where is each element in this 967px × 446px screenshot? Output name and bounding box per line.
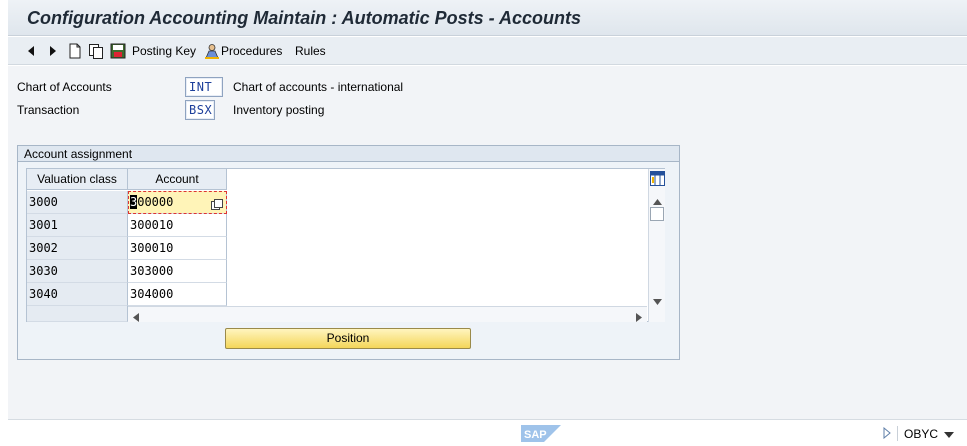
account-cell-text: 00000 — [137, 195, 174, 209]
account-cell[interactable]: 300010 — [128, 214, 227, 237]
procedures-button[interactable]: Procedures — [204, 43, 282, 59]
account-assignment-table: Valuation class Account 3000 300000 3001… — [26, 168, 665, 322]
posting-key-label: Posting Key — [132, 44, 197, 58]
new-document-icon[interactable] — [68, 43, 82, 59]
transaction-description: Inventory posting — [233, 103, 325, 117]
title-bar: Configuration Accounting Maintain : Auto… — [8, 0, 967, 36]
transaction-code: OBYC — [904, 427, 939, 441]
valuation-class-cell: 3040 — [27, 283, 128, 306]
account-cell[interactable]: 303000 — [128, 260, 227, 283]
content-area: Chart of Accounts INT Chart of accounts … — [8, 66, 967, 420]
empty-row-cell — [27, 306, 128, 322]
rules-label: Rules — [295, 44, 326, 58]
posting-key-button[interactable]: Posting Key — [132, 43, 196, 59]
status-bar: SAP OBYC — [0, 420, 967, 446]
account-cell[interactable]: 304000 — [128, 283, 227, 306]
transaction-label: Transaction — [17, 103, 80, 117]
vertical-scrollbar[interactable] — [648, 169, 665, 322]
account-cell-active[interactable]: 300000 — [128, 191, 227, 214]
status-separator — [897, 426, 898, 441]
table-settings-icon[interactable] — [650, 171, 665, 186]
scroll-up-icon[interactable] — [653, 194, 662, 208]
account-cell[interactable]: 300010 — [128, 237, 227, 260]
back-arrow-icon[interactable] — [26, 43, 36, 59]
column-header-account[interactable]: Account — [128, 169, 227, 190]
page-title: Configuration Accounting Maintain : Auto… — [27, 8, 581, 28]
sap-logo: SAP — [521, 425, 561, 442]
valuation-class-cell: 3001 — [27, 214, 128, 237]
scroll-left-icon[interactable] — [133, 311, 139, 325]
forward-arrow-icon[interactable] — [48, 43, 58, 59]
valuation-class-cell: 3002 — [27, 237, 128, 260]
chart-of-accounts-description: Chart of accounts - international — [233, 80, 404, 94]
scroll-thumb[interactable] — [650, 207, 664, 221]
copy-icon[interactable] — [88, 43, 104, 59]
account-assignment-group: Account assignment Valuation class Accou… — [17, 145, 680, 360]
application-toolbar: Posting Key Procedures Rules — [8, 37, 967, 65]
status-expand-icon[interactable] — [883, 426, 891, 442]
value-help-icon[interactable] — [211, 196, 223, 210]
save-icon[interactable] — [110, 43, 126, 59]
column-header-valuation-class[interactable]: Valuation class — [27, 169, 128, 190]
valuation-class-cell: 3000 — [27, 191, 128, 214]
procedures-icon — [204, 43, 220, 59]
position-button[interactable]: Position — [225, 328, 471, 349]
chart-of-accounts-field[interactable]: INT — [185, 77, 223, 97]
transaction-field[interactable]: BSX — [185, 100, 215, 120]
chart-of-accounts-label: Chart of Accounts — [17, 80, 112, 94]
chevron-down-icon[interactable] — [944, 428, 954, 442]
rules-button[interactable]: Rules — [295, 43, 326, 59]
main-window: Configuration Accounting Maintain : Auto… — [8, 0, 967, 420]
scroll-right-icon[interactable] — [636, 311, 642, 325]
horizontal-scrollbar[interactable] — [128, 306, 647, 322]
scroll-down-icon[interactable] — [653, 294, 662, 308]
valuation-class-cell: 3030 — [27, 260, 128, 283]
procedures-label: Procedures — [221, 44, 283, 58]
svg-text:SAP: SAP — [524, 429, 547, 441]
account-assignment-title: Account assignment — [18, 146, 679, 162]
